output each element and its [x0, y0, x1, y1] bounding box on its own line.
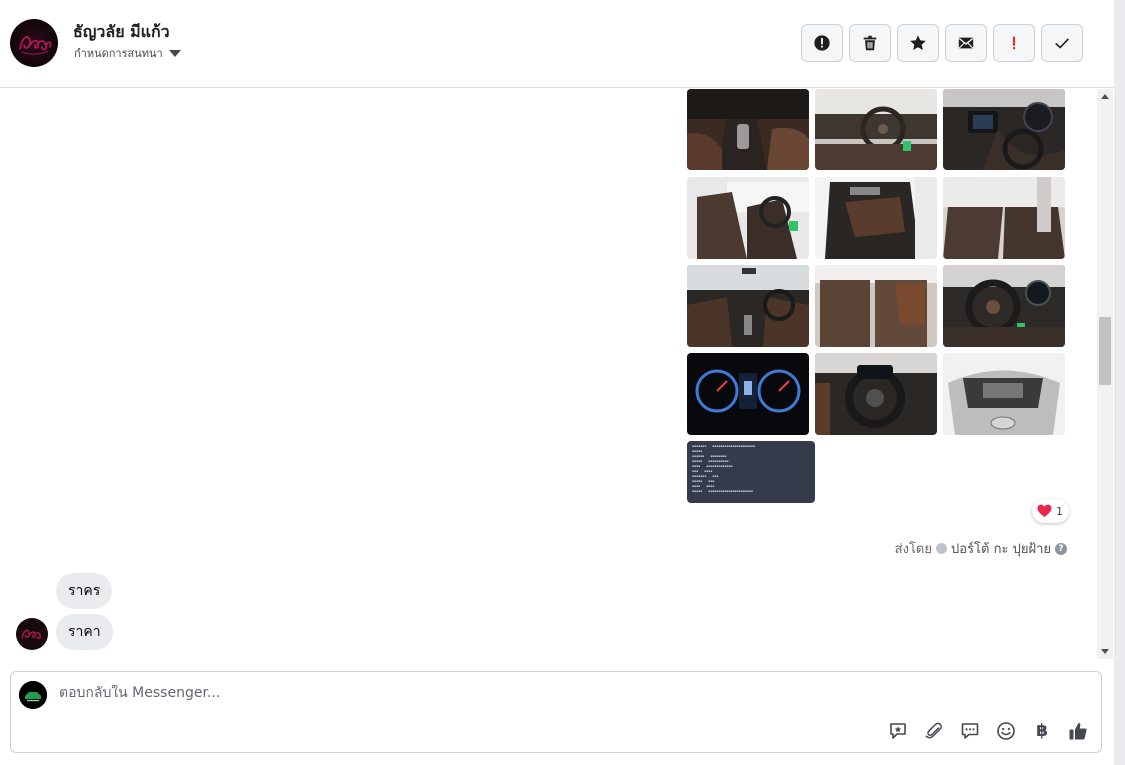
message-thread[interactable]: ▪▪▪▪▪▪▪ ▪▪▪▪▪▪▪▪▪▪▪▪▪▪▪▪▪▪▪▪▪ ▪▪▪▪▪ ▪▪▪▪▪…: [0, 89, 1097, 659]
check-icon: [1055, 38, 1069, 49]
delete-button[interactable]: [849, 24, 891, 62]
sent-by-name: ปอร์โต้ กะ ปุยฝ้าย: [951, 542, 1051, 557]
reply-composer: ฿: [10, 671, 1102, 753]
report-button[interactable]: [801, 24, 843, 62]
incoming-message[interactable]: ราคร: [56, 573, 113, 609]
mark-unread-button[interactable]: [945, 24, 987, 62]
page-avatar: [19, 681, 47, 709]
page-logo-icon: [19, 681, 47, 709]
payment-tool[interactable]: ฿: [1031, 720, 1053, 742]
reply-input[interactable]: [59, 685, 859, 701]
baht-icon: ฿: [1036, 721, 1048, 741]
avatar-logo-icon: [21, 629, 41, 639]
car-photo[interactable]: [943, 353, 1065, 435]
alert-circle-icon: [814, 35, 830, 51]
avatar-logo-icon: [19, 36, 52, 55]
envelope-icon: [958, 37, 974, 49]
star-button[interactable]: [897, 24, 939, 62]
header-actions: [801, 24, 1083, 62]
spec-document-photo[interactable]: ▪▪▪▪▪▪▪ ▪▪▪▪▪▪▪▪▪▪▪▪▪▪▪▪▪▪▪▪▪ ▪▪▪▪▪ ▪▪▪▪▪…: [687, 441, 815, 503]
done-button[interactable]: [1041, 24, 1083, 62]
trash-icon: [863, 35, 877, 51]
smiley-icon: [997, 722, 1015, 740]
sent-by-line: ส่งโดย ปอร์โต้ กะ ปุยฝ้าย ?: [895, 538, 1067, 559]
chevron-down-icon: [168, 50, 181, 57]
verified-icon: [936, 543, 947, 554]
car-photo[interactable]: [815, 353, 937, 435]
car-photo[interactable]: [687, 265, 809, 347]
scroll-down-icon[interactable]: [1101, 649, 1109, 654]
message-reaction[interactable]: 1: [1032, 499, 1069, 523]
incoming-message[interactable]: ราคา: [56, 614, 113, 650]
exclamation-icon: [1012, 36, 1016, 50]
car-photo[interactable]: [687, 177, 809, 259]
assign-label: กำหนดการสนทนา: [74, 47, 163, 60]
scroll-up-icon[interactable]: [1101, 94, 1109, 99]
car-photo[interactable]: [943, 177, 1065, 259]
scrollbar-thumb[interactable]: [1099, 317, 1111, 385]
heart-icon: [1037, 504, 1052, 518]
composer-tools: ฿: [887, 720, 1089, 742]
sent-by-prefix: ส่งโดย: [894, 542, 932, 557]
car-photo[interactable]: [943, 265, 1065, 347]
chat-star-icon: [890, 723, 906, 739]
car-photo[interactable]: [815, 177, 937, 259]
window-edge: [1114, 0, 1125, 765]
quick-reply-tool[interactable]: [959, 720, 981, 742]
saved-reply-tool[interactable]: [887, 720, 909, 742]
help-icon[interactable]: ?: [1055, 542, 1067, 555]
contact-name: ธัญวลัย มีแก้ว: [73, 22, 170, 41]
sender-avatar[interactable]: [16, 618, 48, 650]
car-photo[interactable]: [815, 265, 937, 347]
emoji-tool[interactable]: [995, 720, 1017, 742]
paperclip-icon: [925, 722, 942, 739]
thumbs-up-icon: [1069, 723, 1087, 740]
car-photo[interactable]: [687, 353, 809, 435]
car-photo[interactable]: [687, 89, 809, 170]
car-photo[interactable]: [815, 89, 937, 170]
star-icon: [910, 35, 926, 51]
car-photo[interactable]: [943, 89, 1065, 170]
assign-conversation-dropdown[interactable]: กำหนดการสนทนา: [74, 44, 181, 62]
like-tool[interactable]: [1067, 720, 1089, 742]
attach-tool[interactable]: [923, 720, 945, 742]
important-button[interactable]: [993, 24, 1035, 62]
thread-scrollbar[interactable]: [1097, 89, 1113, 659]
contact-avatar[interactable]: [10, 19, 58, 67]
reaction-count: 1: [1056, 504, 1063, 518]
chat-bubble-icon: [961, 723, 979, 739]
conversation-header: ธัญวลัย มีแก้ว กำหนดการสนทนา: [0, 0, 1114, 88]
